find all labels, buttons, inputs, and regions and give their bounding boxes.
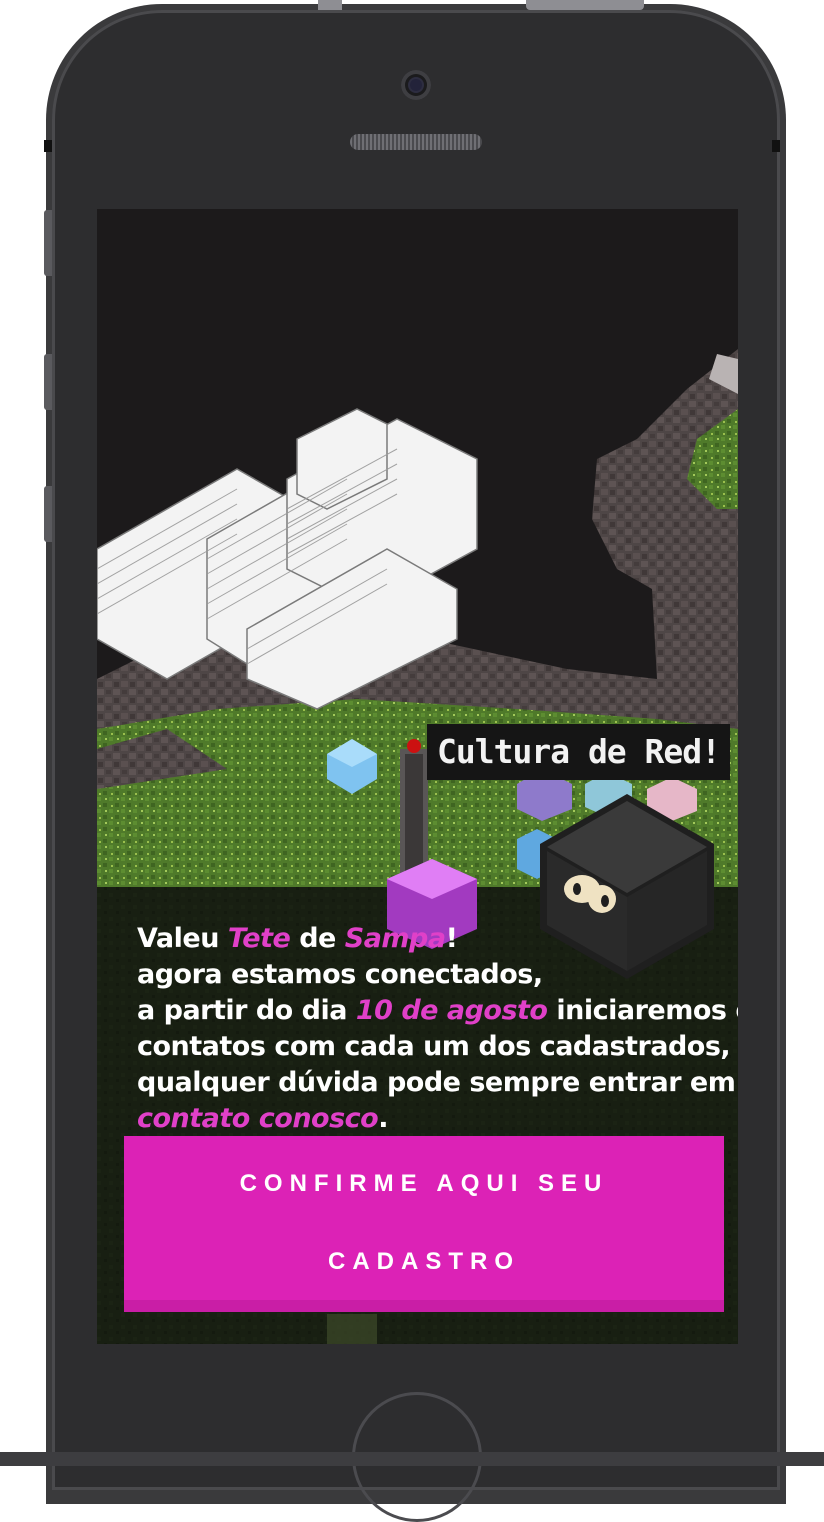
- confirm-button-label-1: CONFIRME AQUI SEU: [239, 1170, 609, 1197]
- user-city: Sampa: [344, 923, 446, 954]
- volume-up-button: [44, 354, 52, 410]
- phone-bottom-edge: [0, 1452, 824, 1466]
- message-line-5: qualquer dúvida pode sempre entrar em: [137, 1067, 736, 1098]
- phone-screen: Cultura de Red! Valeu Tete de Sampa! ago…: [97, 209, 738, 1344]
- ringer-switch: [318, 0, 342, 10]
- confirmation-message: Valeu Tete de Sampa! agora estamos conec…: [137, 921, 738, 1137]
- start-date: 10 de agosto: [355, 995, 548, 1026]
- power-button: [526, 0, 644, 10]
- date-prefix: a partir do dia: [137, 995, 356, 1026]
- connector-text: de: [290, 923, 345, 954]
- antenna-line-left: [44, 140, 52, 152]
- confirm-registration-button[interactable]: CONFIRME AQUI SEU CADASTRO: [124, 1136, 724, 1312]
- confirm-button-label-2: CADASTRO: [328, 1248, 520, 1275]
- front-camera: [401, 70, 431, 100]
- exclamation: !: [445, 923, 458, 954]
- game-speech-label: Cultura de Red!: [427, 724, 731, 780]
- message-line-4: contatos com cada um dos cadastrados,: [137, 1031, 731, 1062]
- user-name: Tete: [227, 923, 291, 954]
- antenna-line-right: [772, 140, 780, 152]
- date-suffix: iniciaremos os: [556, 995, 738, 1026]
- message-line-1: Valeu Tete de Sampa!: [137, 921, 717, 957]
- contact-link[interactable]: contato conosco: [137, 1103, 379, 1134]
- message-line-6: contato conosco.: [137, 1101, 717, 1137]
- earpiece-speaker: [350, 134, 482, 150]
- mute-switch: [44, 210, 52, 276]
- greeting-text: Valeu: [137, 923, 228, 954]
- message-line-3: a partir do dia 10 de agosto iniciaremos…: [137, 993, 738, 1029]
- period: .: [378, 1103, 388, 1134]
- volume-down-button: [44, 486, 52, 542]
- message-line-2: agora estamos conectados,: [137, 959, 543, 990]
